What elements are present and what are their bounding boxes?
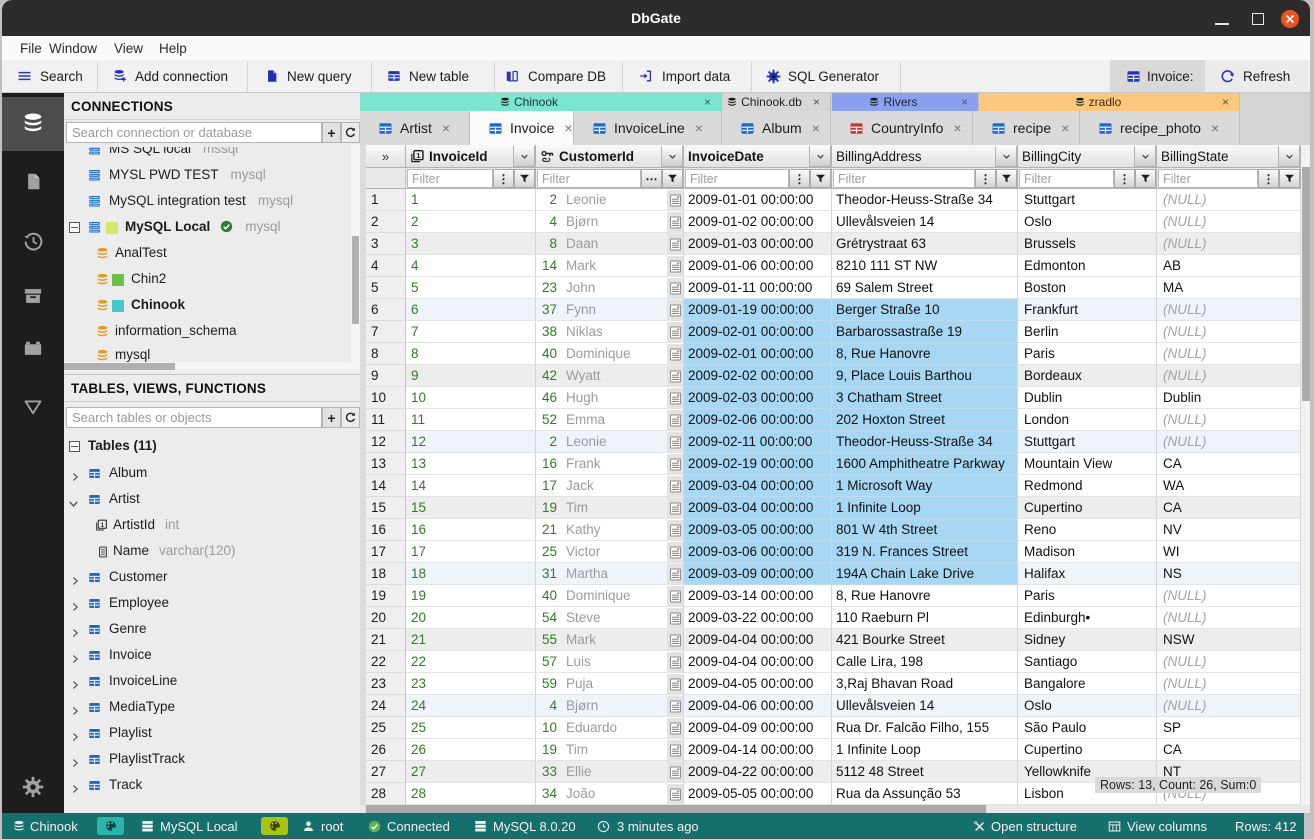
svg-text:1: 1 bbox=[416, 151, 421, 160]
svg-text:1: 1 bbox=[101, 522, 105, 529]
